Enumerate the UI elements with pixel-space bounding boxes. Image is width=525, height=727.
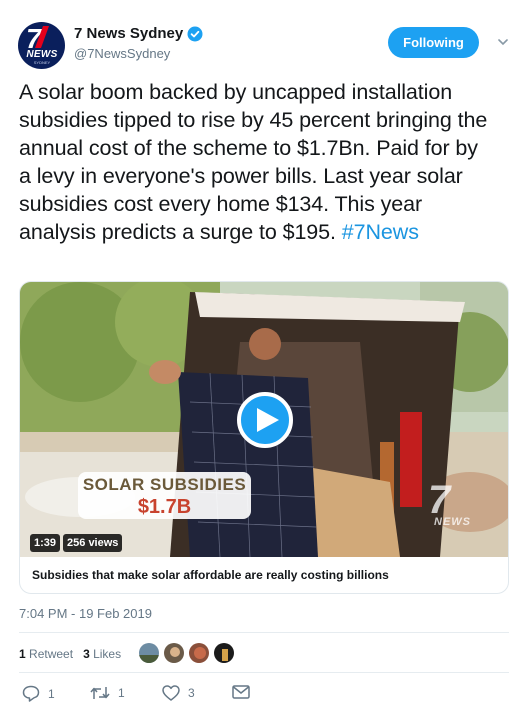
- engagement-counts: 1 Retweet 3 Likes: [19, 647, 121, 661]
- video-views: 256 views: [63, 534, 123, 552]
- banner-title: SOLAR SUBSIDIES: [82, 475, 247, 494]
- liker-avatar[interactable]: [163, 642, 185, 664]
- hashtag-link[interactable]: #7News: [342, 220, 419, 244]
- video-banner: SOLAR SUBSIDIES $1.7B: [78, 472, 251, 519]
- retweet-count: 1: [118, 686, 125, 700]
- reply-icon: [22, 685, 40, 702]
- tweet-actions: 1 1 3: [22, 685, 422, 705]
- author-block: 7 News Sydney @7NewsSydney: [74, 25, 203, 61]
- liker-avatar[interactable]: [213, 642, 235, 664]
- avatar[interactable]: 7 NEWS SYDNEY: [18, 22, 65, 69]
- divider: [19, 632, 509, 633]
- following-button[interactable]: Following: [388, 27, 479, 58]
- reply-count: 1: [48, 686, 55, 701]
- video-stats: 1:39 256 views: [30, 534, 123, 552]
- tweet-timestamp[interactable]: 7:04 PM - 19 Feb 2019: [19, 606, 152, 621]
- chevron-down-icon[interactable]: [498, 37, 508, 47]
- play-button[interactable]: [237, 392, 293, 448]
- liker-avatar[interactable]: [138, 642, 160, 664]
- tweet-text: A solar boom backed by uncapped installa…: [19, 78, 489, 246]
- media-caption: Subsidies that make solar affordable are…: [32, 568, 389, 582]
- retweet-stat-label: Retweet: [29, 647, 74, 661]
- display-name: 7 News Sydney: [74, 25, 184, 42]
- envelope-icon: [232, 685, 250, 699]
- handle[interactable]: @7NewsSydney: [74, 46, 203, 61]
- direct-message-button[interactable]: [232, 685, 250, 699]
- retweet-icon: [90, 687, 110, 699]
- play-icon: [256, 408, 279, 432]
- retweet-button[interactable]: 1: [90, 685, 125, 701]
- likers-avatars: [138, 642, 235, 664]
- banner-value: $1.7B: [137, 496, 192, 518]
- video-duration: 1:39: [30, 534, 61, 552]
- divider: [19, 672, 509, 673]
- like-stat-count: 3: [83, 647, 90, 661]
- like-stat-label: Likes: [93, 647, 122, 661]
- like-button[interactable]: 3: [162, 685, 195, 701]
- verified-badge-icon: [187, 26, 203, 42]
- like-stat[interactable]: 3 Likes: [83, 647, 121, 661]
- author-name-link[interactable]: 7 News Sydney: [74, 25, 203, 42]
- video-player[interactable]: SOLAR SUBSIDIES $1.7B 7 NEWS 1:39 256 vi…: [20, 282, 508, 557]
- retweet-stat-count: 1: [19, 647, 26, 661]
- media-card[interactable]: SOLAR SUBSIDIES $1.7B 7 NEWS 1:39 256 vi…: [19, 281, 509, 594]
- channel-logo-text: NEWS: [434, 516, 471, 528]
- heart-icon: [162, 685, 180, 701]
- liker-avatar[interactable]: [188, 642, 210, 664]
- like-count: 3: [188, 686, 195, 700]
- avatar-text: NEWS: [26, 49, 58, 60]
- retweet-stat[interactable]: 1 Retweet: [19, 647, 73, 661]
- tweet-header: 7 NEWS SYDNEY 7 News Sydney @7NewsSydney…: [18, 22, 508, 70]
- reply-button[interactable]: 1: [22, 685, 55, 702]
- avatar-subtext: SYDNEY: [33, 60, 51, 65]
